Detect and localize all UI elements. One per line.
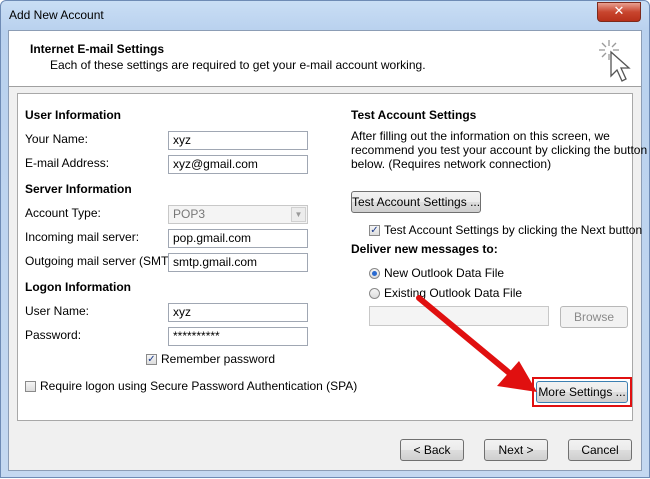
test-account-heading: Test Account Settings xyxy=(351,108,477,122)
password-input[interactable]: ********** xyxy=(168,327,308,346)
title-bar[interactable]: Add New Account ✕ xyxy=(1,1,649,29)
test-on-next-checkbox[interactable]: ✓ xyxy=(369,225,380,236)
your-name-label: Your Name: xyxy=(25,132,88,146)
window-title: Add New Account xyxy=(9,8,104,22)
account-type-label: Account Type: xyxy=(25,206,101,220)
settings-panel: User Information Your Name: xyz E-mail A… xyxy=(17,93,647,421)
outgoing-server-label: Outgoing mail server (SMTP): xyxy=(25,254,184,268)
account-type-value: POP3 xyxy=(173,207,206,221)
user-information-heading: User Information xyxy=(25,108,122,122)
remember-password-checkbox[interactable]: ✓ xyxy=(146,354,157,365)
back-button[interactable]: < Back xyxy=(400,439,464,461)
logon-information-heading: Logon Information xyxy=(25,280,131,294)
existing-data-file-path-input[interactable] xyxy=(369,306,549,326)
your-name-input[interactable]: xyz xyxy=(168,131,308,150)
email-address-input[interactable]: xyz@gmail.com xyxy=(168,155,308,174)
spa-label[interactable]: Require logon using Secure Password Auth… xyxy=(40,379,357,393)
header-title: Internet E-mail Settings xyxy=(30,42,165,56)
server-information-heading: Server Information xyxy=(25,182,132,196)
user-name-label: User Name: xyxy=(25,304,90,318)
close-icon: ✕ xyxy=(613,4,625,19)
close-button[interactable]: ✕ xyxy=(597,2,641,22)
existing-data-file-label[interactable]: Existing Outlook Data File xyxy=(384,286,522,300)
wizard-cursor-sparkle-icon xyxy=(599,40,631,82)
existing-data-file-radio[interactable] xyxy=(369,288,380,299)
add-new-account-window: Add New Account ✕ Internet E-mail Settin… xyxy=(0,0,650,478)
account-type-select[interactable]: POP3 ▼ xyxy=(168,205,308,224)
deliver-messages-heading: Deliver new messages to: xyxy=(351,242,498,256)
wizard-header: Internet E-mail Settings Each of these s… xyxy=(9,31,641,87)
incoming-server-label: Incoming mail server: xyxy=(25,230,140,244)
checkmark-icon: ✓ xyxy=(370,225,379,236)
more-settings-button[interactable]: More Settings ... xyxy=(536,381,628,403)
dialog-client-area: Internet E-mail Settings Each of these s… xyxy=(8,30,647,471)
new-data-file-label[interactable]: New Outlook Data File xyxy=(384,266,504,280)
user-name-input[interactable]: xyz xyxy=(168,303,308,322)
chevron-down-icon: ▼ xyxy=(291,207,306,222)
remember-password-label[interactable]: Remember password xyxy=(161,352,275,366)
test-on-next-label[interactable]: Test Account Settings by clicking the Ne… xyxy=(384,223,642,237)
incoming-server-input[interactable]: pop.gmail.com xyxy=(168,229,308,248)
test-description-line-2: recommend you test your account by click… xyxy=(351,143,648,157)
spa-checkbox[interactable] xyxy=(25,381,36,392)
header-subtitle: Each of these settings are required to g… xyxy=(50,58,426,72)
checkmark-icon: ✓ xyxy=(147,354,156,365)
password-label: Password: xyxy=(25,328,82,342)
test-description-line-3: below. (Requires network connection) xyxy=(351,157,552,171)
test-description-line-1: After filling out the information on thi… xyxy=(351,129,610,143)
next-button[interactable]: Next > xyxy=(484,439,548,461)
new-data-file-radio[interactable] xyxy=(369,268,380,279)
email-address-label: E-mail Address: xyxy=(25,156,110,170)
browse-button[interactable]: Browse xyxy=(560,306,628,328)
cancel-button[interactable]: Cancel xyxy=(568,439,632,461)
outgoing-server-input[interactable]: smtp.gmail.com xyxy=(168,253,308,272)
test-account-settings-button[interactable]: Test Account Settings ... xyxy=(351,191,481,213)
